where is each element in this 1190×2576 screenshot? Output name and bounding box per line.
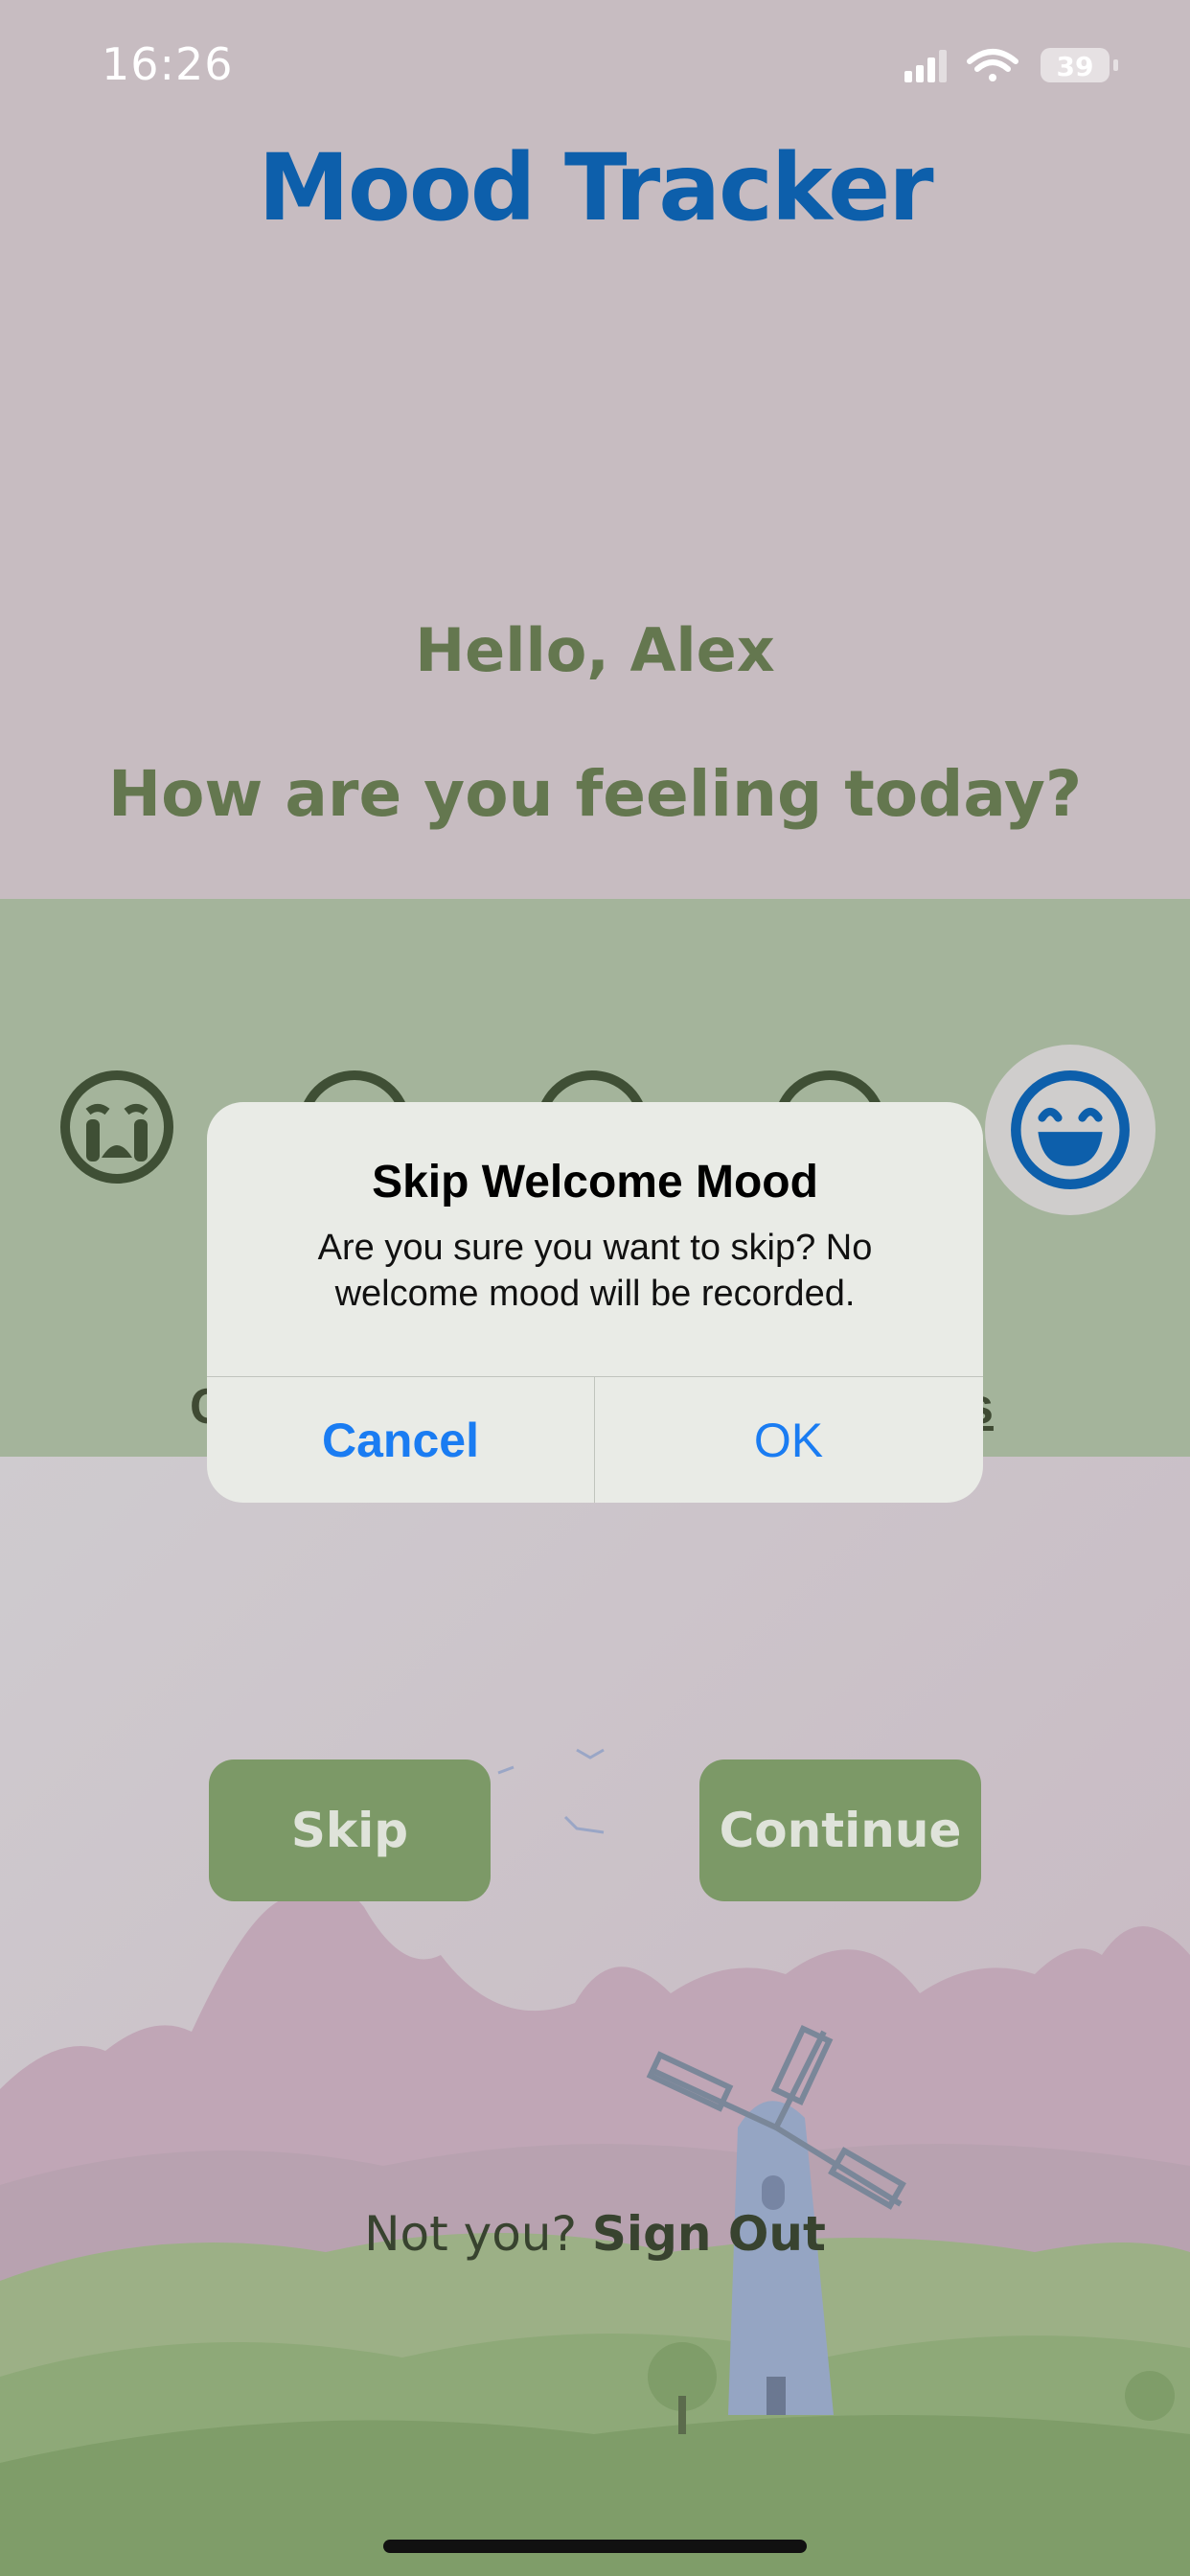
status-time: 16:26 xyxy=(102,38,234,90)
svg-text:39: 39 xyxy=(1057,51,1094,82)
signout-prompt: Not you? xyxy=(364,2206,578,2262)
status-icons: 39 xyxy=(904,44,1125,86)
grinning-face-icon[interactable] xyxy=(1010,1070,1130,1189)
alert-message: Are you sure you want to skip? No welcom… xyxy=(317,1228,873,1314)
battery-icon: 39 xyxy=(1041,48,1118,82)
continue-button[interactable]: Continue xyxy=(699,1760,981,1901)
crying-face-icon[interactable] xyxy=(59,1070,174,1184)
home-indicator[interactable] xyxy=(383,2540,807,2553)
signout-row: Not you? Sign Out xyxy=(0,2206,1190,2262)
app-title: Mood Tracker xyxy=(258,134,933,242)
sign-out-link[interactable]: Sign Out xyxy=(592,2206,826,2262)
alert-title: Skip Welcome Mood xyxy=(372,1157,818,1208)
skip-button[interactable]: Skip xyxy=(209,1760,491,1901)
signal-icon xyxy=(904,50,947,82)
landscape-illustration xyxy=(0,1457,1190,2576)
wifi-icon xyxy=(967,49,1018,81)
cancel-button[interactable]: Cancel xyxy=(207,1377,594,1503)
greeting-text: Hello, Alex xyxy=(415,615,775,685)
skip-confirmation-alert: Skip Welcome Mood Are you sure you want … xyxy=(207,1102,983,1503)
question-text: How are you feeling today? xyxy=(107,757,1083,831)
ok-button[interactable]: OK xyxy=(595,1377,982,1503)
